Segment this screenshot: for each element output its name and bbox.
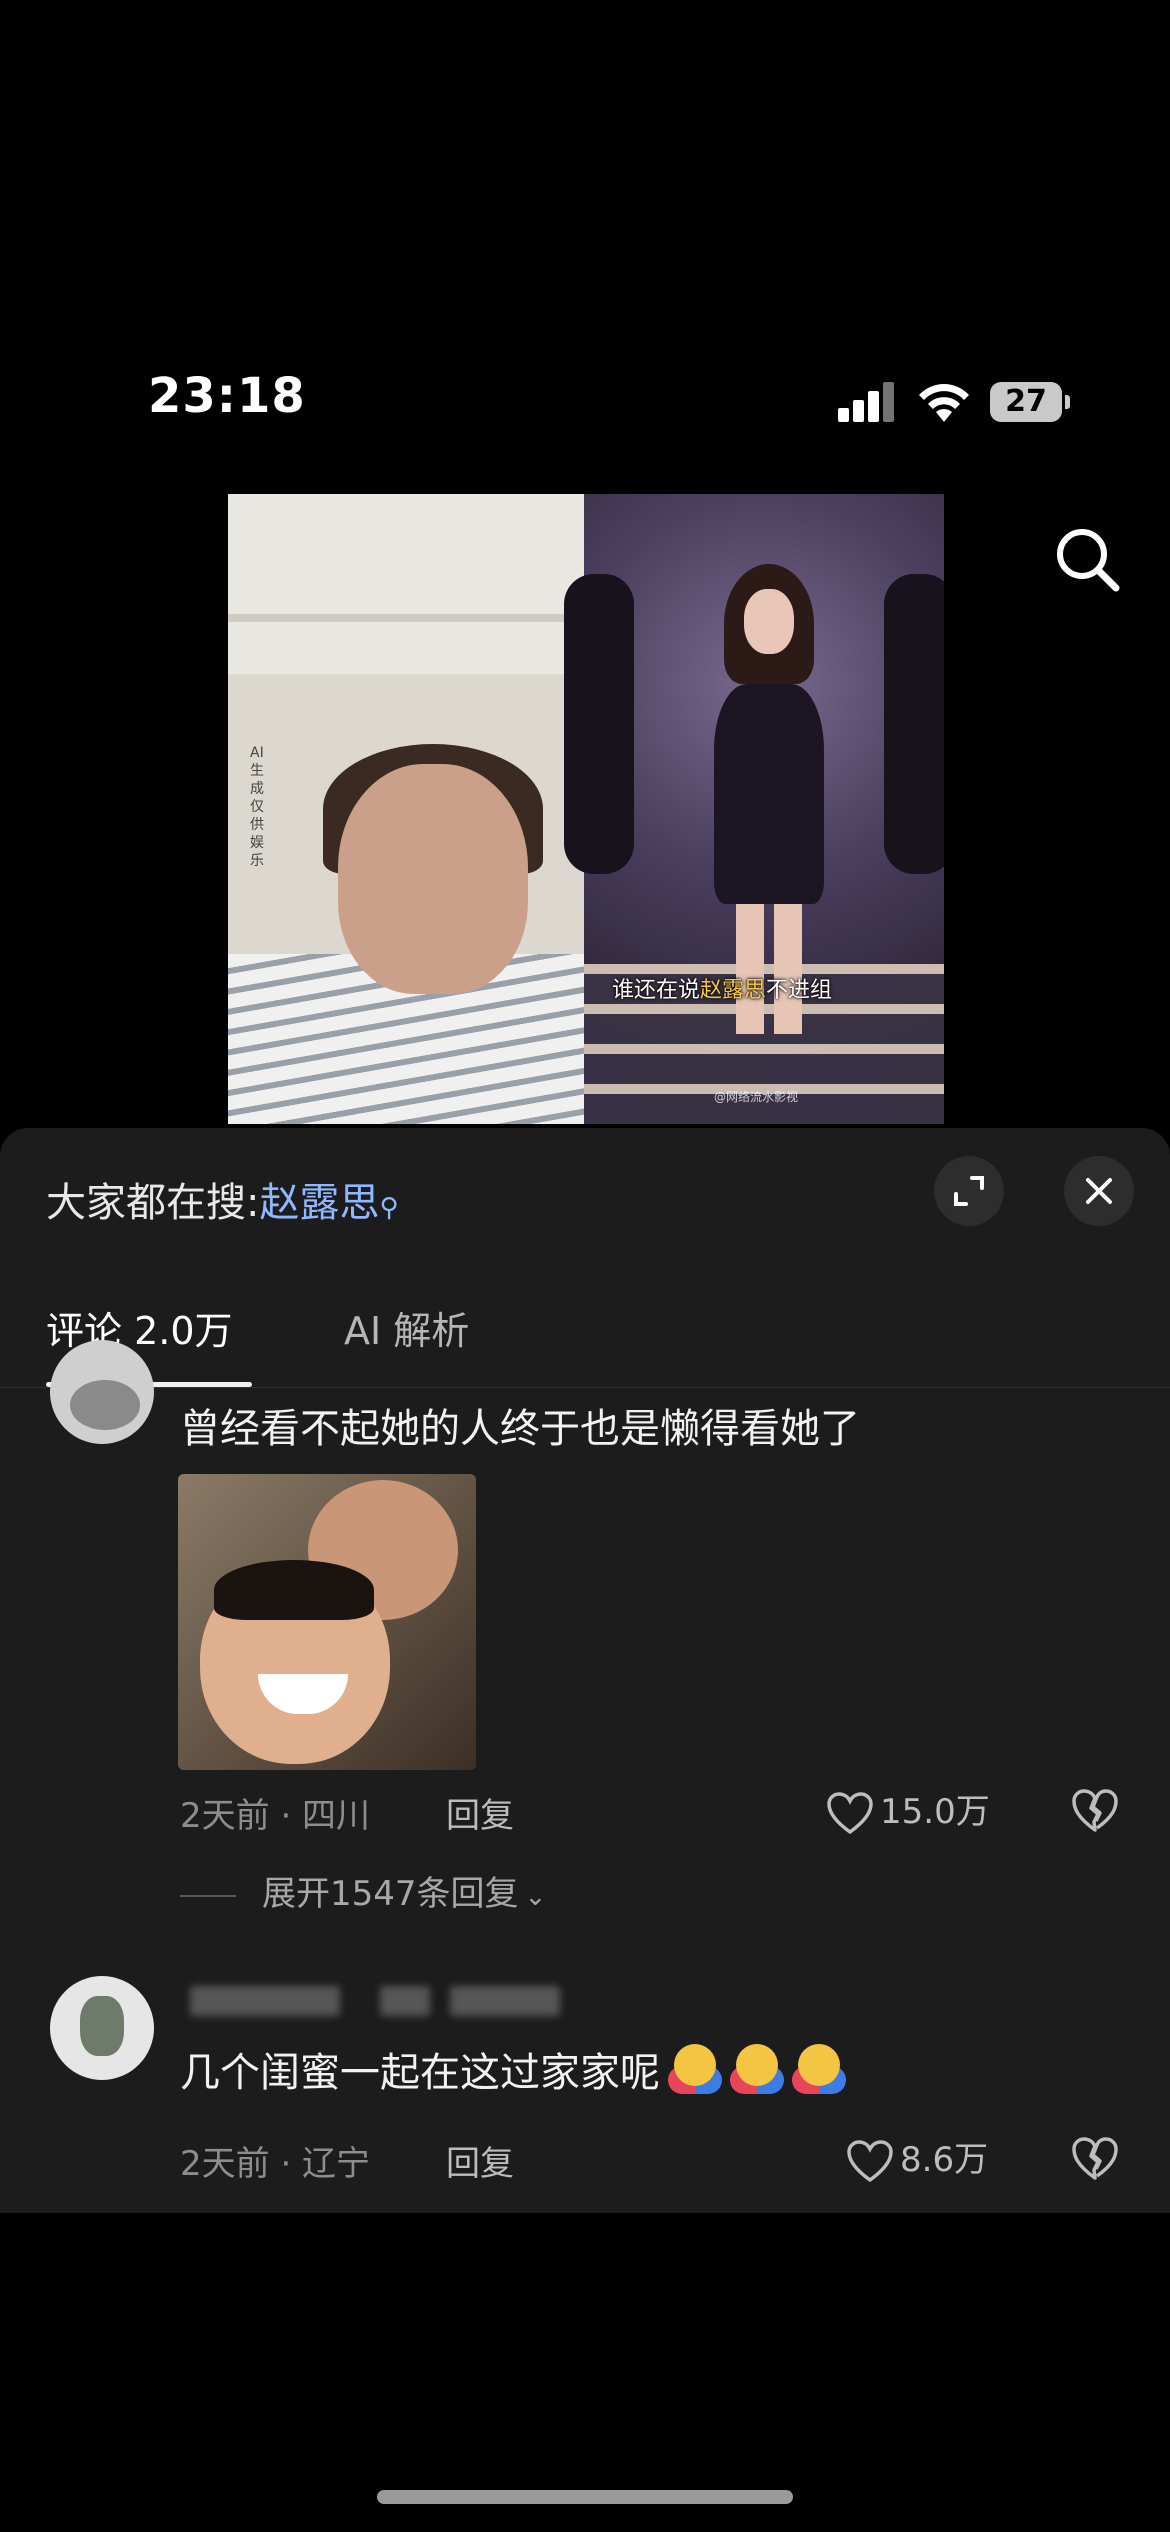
like-count: 15.0万: [880, 1792, 990, 1832]
status-bar: 23:18 27: [0, 360, 1170, 450]
status-time: 23:18: [148, 368, 306, 424]
battery-level: 27: [990, 382, 1062, 422]
video-subtitle: 谁还在说赵露思不进组: [612, 978, 833, 1003]
comment-meta: 2天前 · 四川: [180, 1796, 371, 1836]
hugging-face-icon: [792, 2044, 846, 2094]
trending-prefix: 大家都在搜:: [46, 1180, 260, 1226]
trending-keyword[interactable]: 赵露思: [259, 1180, 379, 1226]
like-button[interactable]: 8.6万: [846, 2132, 988, 2184]
battery-icon: 27: [990, 382, 1070, 422]
close-button[interactable]: [1064, 1156, 1134, 1226]
hugging-face-icon: [668, 2044, 722, 2094]
broken-heart-icon[interactable]: [1070, 1786, 1120, 1836]
reply-button[interactable]: 回复: [446, 2136, 514, 2185]
trending-search[interactable]: 大家都在搜:赵露思⚲: [46, 1170, 399, 1228]
reply-button[interactable]: 回复: [446, 1788, 514, 1837]
signal-icon: [838, 382, 898, 422]
like-button[interactable]: 15.0万: [826, 1784, 990, 1836]
comment-panel: 大家都在搜:赵露思⚲ 评论 2.0万 AI 解析 曾经看不起她的人终于也是懒得看…: [0, 1128, 1170, 2213]
avatar[interactable]: [50, 1976, 154, 2080]
comment-image[interactable]: [178, 1474, 476, 1770]
video-right-frame: 谁还在说赵露思不进组 @网络流水影视: [564, 494, 944, 1124]
comment-text: 几个闺蜜一起在这过家家呢: [180, 2040, 846, 2098]
heart-icon: [847, 2139, 893, 2182]
heart-icon: [827, 1791, 873, 1834]
comment-text: 曾经看不起她的人终于也是懒得看她了: [180, 1406, 860, 1452]
video-left-frame: AI生成 仅供娱乐: [228, 494, 584, 1124]
home-indicator[interactable]: [377, 2490, 793, 2504]
expand-replies-label: 展开1547条回复: [262, 1874, 519, 1914]
search-icon: ⚲: [379, 1193, 399, 1223]
close-icon: [1086, 1178, 1112, 1204]
expand-icon: [954, 1176, 984, 1206]
comment-tabs: 评论 2.0万 AI 解析: [0, 1298, 1170, 1388]
comment-meta: 2天前 · 辽宁: [180, 2144, 371, 2184]
tab-ai-analysis[interactable]: AI 解析: [344, 1300, 469, 1355]
chevron-down-icon: ⌄: [524, 1882, 547, 1912]
like-count: 8.6万: [900, 2140, 989, 2180]
expand-button[interactable]: [934, 1156, 1004, 1226]
hugging-face-icon: [730, 2044, 784, 2094]
wifi-icon: [919, 384, 969, 422]
broken-heart-icon[interactable]: [1070, 2134, 1120, 2184]
video-player[interactable]: AI生成 仅供娱乐 谁还在说赵露思不进组 @网络流水影视: [228, 494, 944, 1124]
expand-replies-button[interactable]: 展开1547条回复 ⌄: [180, 1866, 546, 1915]
username-blurred[interactable]: [180, 1986, 580, 2016]
avatar[interactable]: [50, 1340, 154, 1444]
search-icon[interactable]: [1052, 524, 1122, 594]
video-watermark: @网络流水影视: [714, 1090, 799, 1104]
ai-generated-mark: AI生成 仅供娱乐: [250, 745, 264, 869]
